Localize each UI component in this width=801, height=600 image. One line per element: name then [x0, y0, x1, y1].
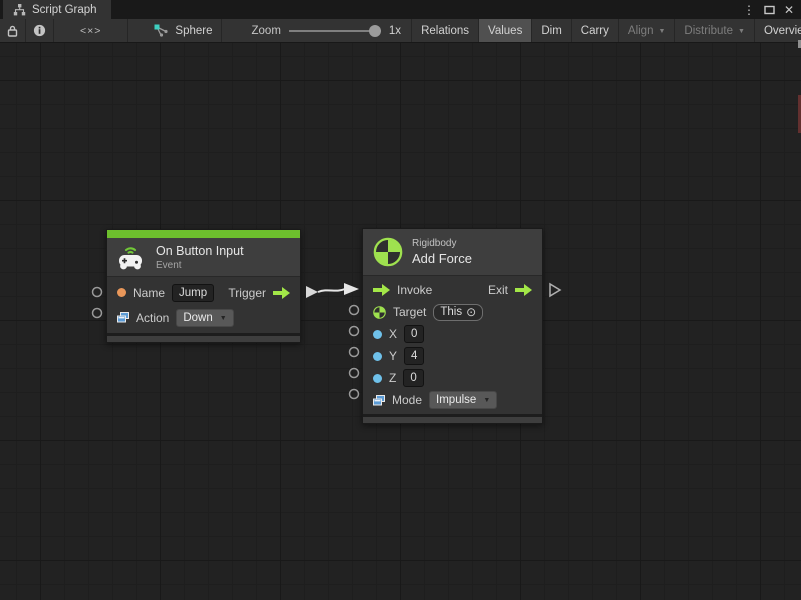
chevron-down-icon: ▼: [658, 28, 665, 35]
input-port-y[interactable]: [350, 348, 359, 357]
chevron-down-icon: ▼: [220, 312, 227, 326]
window-controls: ⋮ ✕: [741, 0, 797, 19]
port-row-target: Target This ⊙: [363, 301, 542, 323]
info-icon: [33, 24, 46, 37]
port-row-mode: Mode Impulse ▼: [363, 389, 542, 411]
port-row-invoke: Invoke Exit: [363, 279, 542, 301]
input-port-z[interactable]: [350, 369, 359, 378]
flow-arrow-icon[interactable]: [515, 284, 532, 296]
input-port-mode[interactable]: [350, 390, 359, 399]
float-port-icon[interactable]: [373, 374, 382, 383]
tab-bar: Script Graph ⋮ ✕: [0, 0, 801, 19]
node-on-button-input[interactable]: On Button Input Event Name Jump Trigger: [106, 229, 301, 343]
exit-port-triangle[interactable]: [550, 284, 560, 296]
lock-button[interactable]: [0, 19, 26, 42]
rigidbody-icon: [373, 237, 403, 267]
node-header[interactable]: On Button Input Event: [107, 238, 300, 276]
y-value-field[interactable]: 4: [404, 347, 424, 365]
input-port-name[interactable]: [93, 288, 102, 297]
graph-context: Sphere: [128, 19, 221, 42]
action-dropdown[interactable]: Down ▼: [176, 309, 233, 327]
zoom-slider-knob[interactable]: [369, 25, 381, 37]
maximize-icon[interactable]: [761, 2, 777, 18]
node-footer: [363, 414, 542, 423]
close-icon[interactable]: ✕: [781, 2, 797, 18]
values-button[interactable]: Values: [479, 19, 532, 42]
flow-arrow-icon[interactable]: [273, 287, 290, 299]
float-port-icon[interactable]: [373, 352, 382, 361]
name-value-field[interactable]: Jump: [172, 284, 214, 302]
overview-button[interactable]: Overview: [755, 19, 801, 42]
rigidbody-port-icon[interactable]: [373, 306, 386, 319]
align-dropdown: Align▼: [619, 19, 676, 42]
float-port-icon[interactable]: [373, 330, 382, 339]
zoom-value: 1x: [389, 25, 401, 37]
port-row-action: Action Down ▼: [107, 305, 300, 330]
port-row-x: X 0: [363, 323, 542, 345]
port-label: Invoke: [397, 283, 432, 297]
lock-icon: [7, 25, 18, 37]
enum-port-icon[interactable]: [117, 312, 129, 323]
variables-button[interactable]: <×>: [54, 19, 128, 42]
port-row-z: Z 0: [363, 367, 542, 389]
object-picker-icon[interactable]: ⊙: [466, 305, 476, 320]
code-x-icon: <×>: [80, 25, 101, 37]
chevron-down-icon: ▼: [483, 394, 490, 408]
script-graph-window: Script Graph ⋮ ✕ <×>: [0, 0, 801, 600]
string-port-icon[interactable]: [117, 288, 126, 297]
node-subtitle: Event: [156, 260, 244, 271]
tab-title: Script Graph: [32, 4, 97, 16]
node-category: Rigidbody: [412, 238, 472, 249]
port-label: Y: [389, 349, 397, 363]
input-port-action[interactable]: [93, 309, 102, 318]
menu-kebab-icon[interactable]: ⋮: [741, 2, 757, 18]
input-port-x[interactable]: [350, 327, 359, 336]
distribute-dropdown: Distribute▼: [675, 19, 755, 42]
node-title: Add Force: [412, 251, 472, 266]
relations-button[interactable]: Relations: [412, 19, 479, 42]
zoom-slider[interactable]: [289, 25, 381, 37]
port-label: Action: [136, 311, 169, 325]
z-value-field[interactable]: 0: [403, 369, 423, 387]
node-header[interactable]: Rigidbody Add Force: [363, 229, 542, 275]
connection-end-arrow[interactable]: [344, 283, 359, 295]
port-row-name: Name Jump Trigger: [107, 280, 300, 305]
carry-button[interactable]: Carry: [572, 19, 619, 42]
port-label: Z: [389, 371, 396, 385]
port-row-y: Y 4: [363, 345, 542, 367]
chevron-down-icon: ▼: [738, 28, 745, 35]
trigger-port-label: Trigger: [228, 286, 266, 300]
connection-wire[interactable]: [318, 289, 345, 292]
toolbar: <×> Sphere Zoom 1x Relations Values Dim …: [0, 19, 801, 43]
dim-button[interactable]: Dim: [532, 19, 571, 42]
target-object-chip[interactable]: This ⊙: [433, 304, 483, 321]
port-label: X: [389, 327, 397, 341]
mode-dropdown[interactable]: Impulse ▼: [429, 391, 497, 409]
script-graph-asset-icon[interactable]: [154, 24, 169, 37]
input-port-target[interactable]: [350, 306, 359, 315]
tab-script-graph[interactable]: Script Graph: [3, 0, 111, 19]
gamepad-event-icon: [117, 244, 147, 270]
port-label: Mode: [392, 393, 422, 407]
info-button[interactable]: [26, 19, 54, 42]
graph-owner-label[interactable]: Sphere: [175, 25, 212, 37]
node-add-force[interactable]: Rigidbody Add Force Invoke Exit: [362, 228, 543, 424]
port-label: Target: [393, 305, 426, 319]
connection-start-cap[interactable]: [306, 286, 318, 298]
node-body: Invoke Exit Target: [363, 275, 542, 414]
graph-canvas[interactable]: On Button Input Event Name Jump Trigger: [0, 43, 801, 600]
node-footer: [107, 333, 300, 342]
event-accent-bar: [107, 230, 300, 238]
enum-port-icon[interactable]: [373, 395, 385, 406]
exit-port-label: Exit: [488, 283, 508, 297]
node-title: On Button Input: [156, 244, 244, 258]
graph-hierarchy-icon: [13, 4, 26, 16]
flow-arrow-icon[interactable]: [373, 284, 390, 296]
x-value-field[interactable]: 0: [404, 325, 424, 343]
node-body: Name Jump Trigger Action: [107, 276, 300, 333]
zoom-slider-track[interactable]: [289, 30, 381, 32]
port-label: Name: [133, 286, 165, 300]
zoom-label: Zoom: [252, 25, 281, 37]
zoom-control: Zoom 1x: [222, 19, 413, 42]
